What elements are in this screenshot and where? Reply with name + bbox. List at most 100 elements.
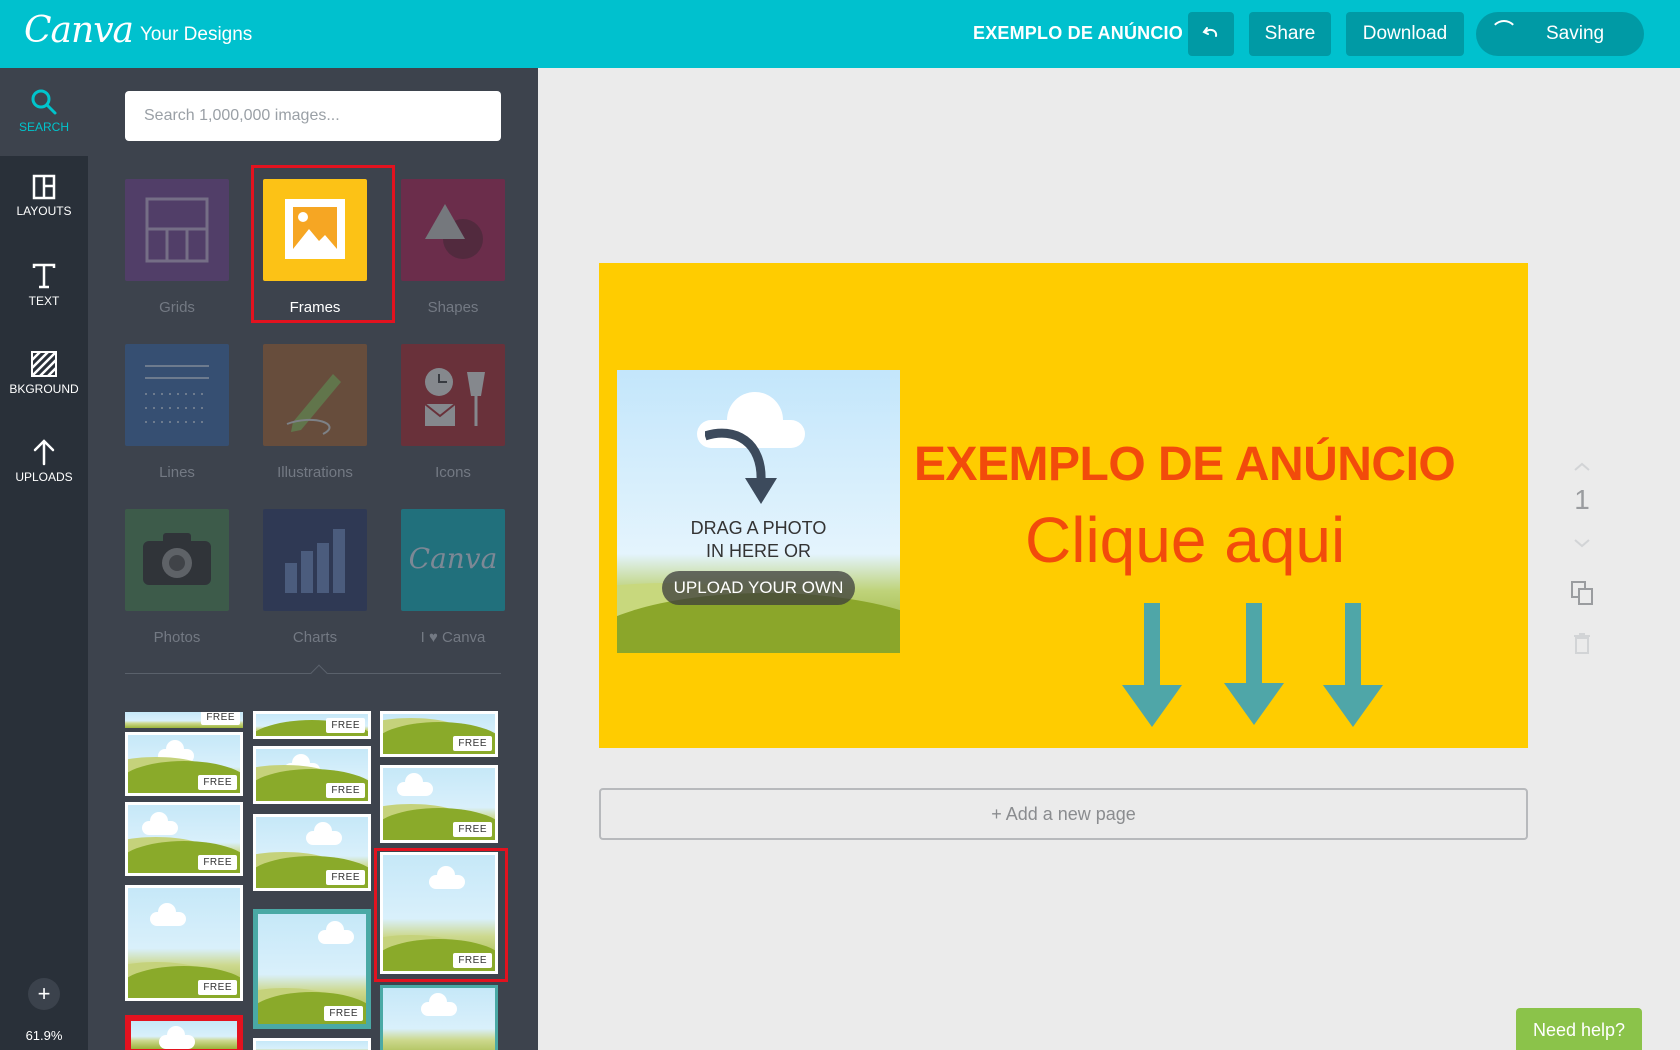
- category-illustrations[interactable]: Illustrations: [263, 344, 367, 481]
- category-charts[interactable]: Charts: [263, 509, 367, 646]
- frame-thumbnail[interactable]: FREE: [125, 732, 243, 796]
- free-badge: FREE: [453, 822, 492, 837]
- charts-thumbnail: [263, 509, 367, 611]
- rail-label-background: BKGROUND: [9, 382, 79, 396]
- category-photos[interactable]: Photos: [125, 509, 229, 646]
- canva-logo[interactable]: Canva: [24, 10, 134, 51]
- delete-page-icon[interactable]: [1573, 632, 1591, 654]
- curved-arrow-icon: [705, 428, 777, 504]
- rail-item-layouts[interactable]: LAYOUTS: [0, 174, 88, 218]
- zoom-in-button[interactable]: +: [28, 978, 60, 1010]
- rail-label-layouts: LAYOUTS: [16, 204, 72, 218]
- your-designs-link[interactable]: Your Designs: [140, 24, 252, 46]
- divider-notch: [310, 664, 328, 682]
- photo-frame[interactable]: DRAG A PHOTO IN HERE OR UPLOAD YOUR OWN: [617, 370, 900, 653]
- free-badge: FREE: [201, 712, 240, 725]
- zoom-level: 61.9%: [25, 1028, 63, 1043]
- shapes-icon: [425, 204, 483, 259]
- image-search-input[interactable]: [125, 91, 501, 141]
- frame-thumbnail[interactable]: [380, 985, 498, 1050]
- add-new-page-button[interactable]: + Add a new page: [599, 788, 1528, 840]
- frame-thumbnail[interactable]: FREE: [253, 814, 371, 891]
- down-arrows-graphic[interactable]: [1119, 603, 1389, 733]
- category-label: Lines: [159, 464, 195, 481]
- free-badge: FREE: [198, 775, 237, 790]
- frames-selection-highlight: [251, 165, 395, 323]
- category-label: Photos: [153, 629, 201, 646]
- frame-thumbnail[interactable]: FREE: [253, 711, 371, 739]
- lines-thumbnail: [125, 344, 229, 446]
- search-icon: [31, 89, 57, 115]
- lines-icon: [145, 365, 209, 423]
- left-rail: SEARCH LAYOUTS TEXT BKGROUND UPLOADS + 6…: [0, 68, 88, 1050]
- shapes-thumbnail: [401, 179, 505, 281]
- spinner-icon: [1490, 20, 1518, 48]
- canva-wordmark: Canva: [408, 542, 498, 575]
- frame-thumbnail[interactable]: [125, 1015, 243, 1050]
- design-page[interactable]: DRAG A PHOTO IN HERE OR UPLOAD YOUR OWN …: [599, 263, 1528, 748]
- drag-line-1: DRAG A PHOTO: [690, 518, 827, 538]
- cloud-shape: [159, 1026, 195, 1049]
- category-i-love-canva[interactable]: Canva I ♥ Canva: [401, 509, 505, 646]
- layouts-icon: [32, 174, 56, 200]
- frame-thumbnail[interactable]: FREE: [125, 802, 243, 876]
- rail-item-background[interactable]: BKGROUND: [0, 350, 88, 396]
- category-label: Charts: [292, 629, 338, 646]
- headline-text[interactable]: EXEMPLO DE ANÚNCIO: [914, 437, 1456, 492]
- free-badge: FREE: [326, 718, 365, 733]
- undo-button[interactable]: [1188, 12, 1234, 56]
- upload-icon: [33, 439, 55, 466]
- download-button[interactable]: Download: [1346, 12, 1464, 56]
- free-badge: FREE: [453, 736, 492, 751]
- rail-label-text: TEXT: [28, 294, 60, 308]
- rail-item-text[interactable]: TEXT: [0, 262, 88, 308]
- grid-icon: [145, 197, 209, 263]
- free-badge: FREE: [324, 1006, 363, 1021]
- category-lines[interactable]: Lines: [125, 344, 229, 481]
- rail-item-uploads[interactable]: UPLOADS: [0, 438, 88, 484]
- frame-thumbnail[interactable]: FREE: [125, 885, 243, 1001]
- cloud-shape: [318, 921, 354, 944]
- category-label: Icons: [435, 464, 471, 481]
- bar-chart-icon: [285, 529, 345, 593]
- need-help-button[interactable]: Need help?: [1516, 1008, 1642, 1050]
- page-down-icon[interactable]: [1572, 538, 1592, 548]
- drag-line-2: IN HERE OR: [705, 541, 811, 561]
- camera-icon: [143, 533, 211, 585]
- background-icon: [31, 351, 57, 377]
- category-grids[interactable]: Grids: [125, 179, 229, 316]
- subline-text[interactable]: Clique aqui: [1025, 503, 1345, 577]
- illustrations-thumbnail: [263, 344, 367, 446]
- rail-label-uploads: UPLOADS: [15, 470, 73, 484]
- upload-your-own-button[interactable]: UPLOAD YOUR OWN: [662, 571, 855, 605]
- text-icon: [32, 263, 56, 289]
- frame-thumbnail[interactable]: FREE: [253, 909, 371, 1029]
- frame-thumbnail[interactable]: [253, 1038, 371, 1050]
- frame-thumbnail[interactable]: FREE: [380, 711, 498, 757]
- cloud-shape: [306, 822, 342, 845]
- cloud-shape: [142, 812, 178, 835]
- page-up-icon[interactable]: [1572, 462, 1592, 472]
- undo-icon: [1202, 27, 1218, 37]
- frame-thumbnail[interactable]: FREE: [125, 712, 243, 728]
- category-icons[interactable]: Icons: [401, 344, 505, 481]
- document-title[interactable]: EXEMPLO DE ANÚNCIO: [973, 23, 1183, 44]
- clock-envelope-icon: [424, 368, 485, 426]
- category-label: Grids: [159, 299, 195, 316]
- frame-thumbnail[interactable]: FREE: [253, 746, 371, 804]
- category-label: I ♥ Canva: [420, 629, 486, 646]
- rail-item-search[interactable]: SEARCH: [0, 68, 88, 156]
- frame-thumbnail[interactable]: FREE: [380, 765, 498, 843]
- category-shapes[interactable]: Shapes: [401, 179, 505, 316]
- canva-thumbnail: Canva: [401, 509, 505, 611]
- category-label: Shapes: [427, 299, 479, 316]
- saving-label: Saving: [1546, 23, 1605, 44]
- free-badge: FREE: [198, 855, 237, 870]
- photos-thumbnail: [125, 509, 229, 611]
- duplicate-page-icon[interactable]: [1570, 580, 1594, 606]
- top-bar: Canva Your Designs EXEMPLO DE ANÚNCIO Sh…: [0, 0, 1680, 68]
- selected-frame-highlight: [374, 848, 508, 982]
- grids-thumbnail: [125, 179, 229, 281]
- free-badge: FREE: [198, 980, 237, 995]
- share-button[interactable]: Share: [1249, 12, 1331, 56]
